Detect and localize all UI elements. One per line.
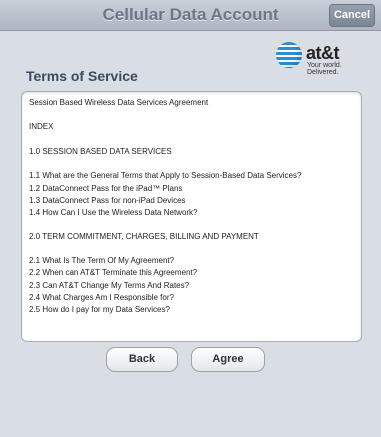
doc-line: INDEX — [29, 122, 54, 131]
doc-line: 1.2 DataConnect Pass for the iPad™ Plans — [29, 184, 183, 193]
doc-line: Session Based Wireless Data Services Agr… — [29, 98, 209, 107]
title-bar: Cellular Data Account Cancel — [0, 0, 381, 31]
doc-line: 2.3 Can AT&T Change My Terms And Rates? — [29, 281, 190, 290]
agree-button[interactable]: Agree — [191, 347, 265, 372]
cancel-button[interactable]: Cancel — [329, 4, 375, 27]
att-logo: at&t Your world. Delivered. — [276, 42, 366, 76]
page-title: Cellular Data Account — [102, 5, 279, 24]
doc-line: 2.4 What Charges Am I Responsible for? — [29, 293, 174, 302]
doc-line: 2.0 TERM COMMITMENT, CHARGES, BILLING AN… — [29, 232, 259, 241]
doc-line: 1.3 DataConnect Pass for non-iPad Device… — [29, 196, 186, 205]
doc-line: 1.4 How Can I Use the Wireless Data Netw… — [29, 208, 198, 217]
logo-name: at&t — [306, 43, 340, 63]
doc-line: 1.0 SESSION BASED DATA SERVICES — [29, 147, 172, 156]
doc-line: 2.1 What Is The Term Of My Agreement? — [29, 256, 175, 265]
doc-line: 2.5 How do I pay for my Data Services? — [29, 305, 170, 314]
doc-line: 1.1 What are the General Terms that Appl… — [29, 171, 302, 180]
logo-tagline: Your world. Delivered. — [307, 62, 342, 76]
section-title: Terms of Service — [26, 68, 138, 84]
terms-document[interactable]: Session Based Wireless Data Services Agr… — [21, 91, 362, 342]
att-globe-icon — [276, 42, 302, 68]
back-button[interactable]: Back — [106, 347, 178, 372]
doc-line: 2.2 When can AT&T Terminate this Agreeme… — [29, 268, 198, 277]
